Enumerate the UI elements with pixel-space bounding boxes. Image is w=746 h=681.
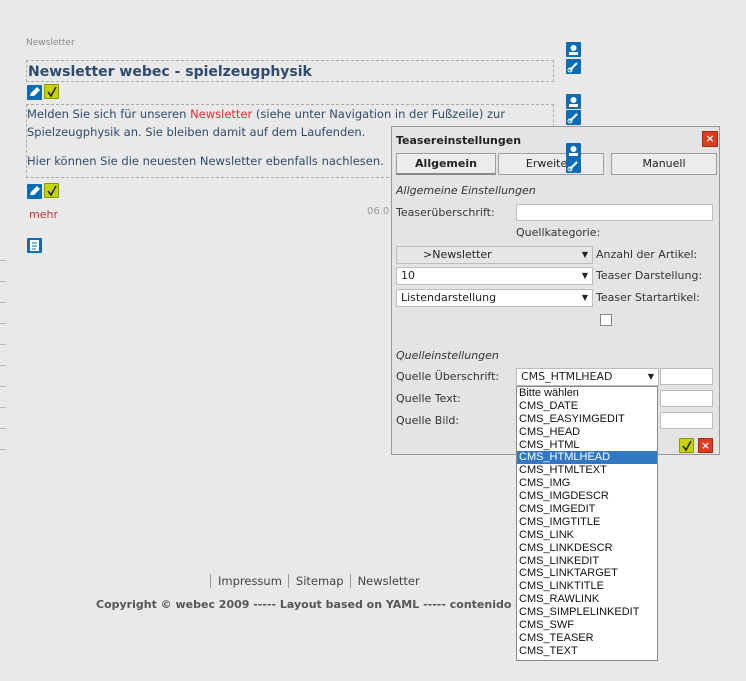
- tab-allgemein[interactable]: Allgemein: [396, 153, 496, 175]
- start-article-checkbox[interactable]: [600, 314, 612, 326]
- dropdown-option[interactable]: CMS_EASYIMGEDIT: [517, 413, 657, 426]
- articles-count-select[interactable]: 10 ▼: [396, 267, 593, 285]
- teaser-heading-input[interactable]: [516, 204, 713, 221]
- dropdown-option[interactable]: CMS_HTML: [517, 439, 657, 452]
- dropdown-option[interactable]: CMS_LINK: [517, 529, 657, 542]
- settings-person-icon[interactable]: [566, 42, 581, 57]
- footer-link-sitemap[interactable]: Sitemap: [287, 574, 350, 588]
- category-select[interactable]: >Newsletter ▼: [396, 246, 593, 264]
- dropdown-option[interactable]: CMS_LINKDESCR: [517, 542, 657, 555]
- source-image-label: Quelle Bild:: [396, 414, 460, 427]
- intro-text: Melden Sie sich für unseren: [27, 107, 191, 121]
- dropdown-option[interactable]: CMS_HTMLTEXT: [517, 464, 657, 477]
- article-date: 06.0: [367, 206, 390, 217]
- dropdown-option[interactable]: CMS_HTMLHEAD: [517, 451, 657, 465]
- left-edge-markers: [0, 260, 6, 470]
- link-icon[interactable]: [566, 110, 581, 125]
- page-title: Newsletter webec - spielzeugphysik: [28, 64, 312, 80]
- dropdown-option[interactable]: CMS_LINKTARGET: [517, 567, 657, 580]
- dropdown-option[interactable]: CMS_IMG: [517, 477, 657, 490]
- copyright: Copyright © webec 2009 ----- Layout base…: [96, 598, 535, 611]
- dropdown-option[interactable]: CMS_DATE: [517, 400, 657, 413]
- dropdown-option[interactable]: CMS_IMGDESCR: [517, 490, 657, 503]
- link-icon[interactable]: [566, 59, 581, 74]
- edit-pencil-icon[interactable]: [27, 184, 42, 199]
- document-icon[interactable]: [27, 238, 42, 253]
- display-value: Listendarstellung: [401, 291, 497, 304]
- dropdown-option[interactable]: CMS_SIMPLELINKEDIT: [517, 606, 657, 619]
- settings-person-icon[interactable]: [566, 143, 581, 158]
- tab-manuell[interactable]: Manuell: [611, 153, 717, 175]
- dialog-title: Teasereinstellungen: [396, 134, 522, 147]
- dropdown-option[interactable]: CMS_RAWLINK: [517, 593, 657, 606]
- dropdown-option[interactable]: CMS_HEAD: [517, 426, 657, 439]
- cancel-icon[interactable]: ×: [698, 438, 713, 453]
- start-article-label: Teaser Startartikel:: [596, 291, 700, 304]
- edit-pencil-icon[interactable]: [27, 85, 42, 100]
- chevron-down-icon: ▼: [581, 293, 588, 302]
- articles-count-label: Anzahl der Artikel:: [596, 248, 698, 261]
- source-category-label: Quellkategorie:: [516, 226, 601, 239]
- footer-link-newsletter[interactable]: Newsletter: [349, 574, 426, 588]
- source-text-label: Quelle Text:: [396, 392, 461, 405]
- dropdown-option[interactable]: CMS_IMGEDIT: [517, 503, 657, 516]
- close-icon[interactable]: ×: [702, 131, 718, 147]
- dropdown-option[interactable]: CMS_SWF: [517, 619, 657, 632]
- dropdown-option[interactable]: CMS_LINKTITLE: [517, 580, 657, 593]
- dropdown-option[interactable]: CMS_TEASER: [517, 632, 657, 645]
- intro-text-cont: (siehe unter Navigation in der Fußzeile)…: [252, 107, 506, 121]
- category-value: >Newsletter: [423, 248, 492, 261]
- link-icon[interactable]: [566, 158, 581, 173]
- dropdown-option[interactable]: CMS_LINKEDIT: [517, 555, 657, 568]
- footer-link-impressum[interactable]: Impressum: [210, 574, 288, 588]
- teaser-heading-label: Teaserüberschrift:: [396, 206, 495, 219]
- footer-nav: Impressum Sitemap Newsletter: [210, 574, 426, 588]
- dropdown-option[interactable]: CMS_IMGTITLE: [517, 516, 657, 529]
- chevron-down-icon: ▼: [581, 250, 588, 259]
- settings-person-icon[interactable]: [566, 94, 581, 109]
- source-heading-dropdown-list[interactable]: Bitte wählen CMS_DATE CMS_EASYIMGEDIT CMS_H…: [516, 386, 658, 661]
- archive-paragraph: Hier können Sie die neuesten Newsletter …: [27, 154, 384, 168]
- articles-count-value: 10: [401, 269, 415, 282]
- chevron-down-icon: ▼: [647, 372, 654, 381]
- intro-text-line2: Spielzeugphysik an. Sie bleiben damit au…: [27, 125, 366, 139]
- source-text-extra-input[interactable]: [660, 390, 713, 407]
- display-select[interactable]: Listendarstellung ▼: [396, 289, 593, 307]
- source-section-heading: Quelleinstellungen: [396, 349, 499, 362]
- source-heading-label: Quelle Überschrift:: [396, 370, 500, 383]
- source-heading-value: CMS_HTMLHEAD: [521, 370, 613, 383]
- dropdown-option[interactable]: Bitte wählen: [517, 387, 657, 400]
- general-section-heading: Allgemeine Einstellungen: [396, 184, 536, 197]
- save-check-icon[interactable]: [44, 84, 59, 99]
- source-image-extra-input[interactable]: [660, 412, 713, 429]
- source-heading-select[interactable]: CMS_HTMLHEAD ▼: [516, 368, 659, 386]
- ok-check-icon[interactable]: [679, 438, 694, 453]
- source-heading-extra-input[interactable]: [660, 368, 713, 385]
- save-check-icon[interactable]: [44, 183, 59, 198]
- chevron-down-icon: ▼: [581, 271, 588, 280]
- breadcrumb: Newsletter: [26, 38, 75, 48]
- tab-erweitert[interactable]: Erweitert: [498, 153, 604, 175]
- newsletter-link[interactable]: Newsletter: [190, 107, 252, 121]
- more-link[interactable]: mehr: [29, 208, 58, 221]
- dropdown-option[interactable]: CMS_TEXT: [517, 645, 657, 658]
- display-label: Teaser Darstellung:: [596, 269, 703, 282]
